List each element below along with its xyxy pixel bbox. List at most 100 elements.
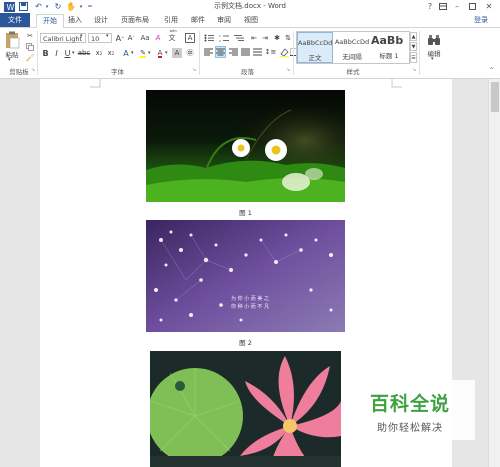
group-divider: [37, 31, 38, 75]
minimize-button[interactable]: –: [450, 0, 464, 12]
tab-insert[interactable]: 插入: [64, 14, 86, 26]
font-size-dropdown-icon[interactable]: ▾: [106, 33, 109, 39]
style-name: 无间隔: [342, 53, 362, 61]
watermark-subtitle: 助你轻松解决: [377, 423, 443, 434]
increase-indent-icon[interactable]: ⇥: [260, 33, 270, 43]
close-button[interactable]: ✕: [481, 0, 497, 12]
watermark: 百科全说 助你轻松解决: [345, 380, 475, 440]
tab-page-layout[interactable]: 页面布局: [118, 14, 152, 26]
distributed-icon[interactable]: [252, 46, 263, 58]
superscript-icon[interactable]: x2: [106, 48, 116, 58]
justify-icon[interactable]: [240, 46, 251, 58]
tab-view[interactable]: 视图: [240, 14, 262, 26]
shrink-font-icon[interactable]: Aˇ: [126, 33, 136, 43]
paragraph-group-label: 段落: [241, 68, 254, 76]
text-effects-icon[interactable]: A: [121, 48, 131, 58]
character-border-icon[interactable]: A: [185, 33, 195, 43]
change-case-icon[interactable]: Aa: [139, 33, 151, 43]
font-color-dropdown-icon[interactable]: ▾: [165, 50, 168, 56]
bullets-icon[interactable]: [203, 33, 215, 43]
grow-font-icon[interactable]: A ^: [115, 33, 125, 43]
paste-icon[interactable]: [3, 31, 21, 49]
underline-icon[interactable]: U: [63, 48, 72, 58]
ribbon-home: 粘贴 ▾ ✂ 🖌 剪贴板 ↘ Calibri Light ▾ 10 ▾ A ^ A…: [0, 28, 500, 79]
styles-scroll-up-icon[interactable]: ▲: [410, 32, 417, 41]
copy-icon[interactable]: [26, 43, 34, 51]
ribbon-display-options-icon[interactable]: [437, 0, 449, 12]
ribbon-tabs: 文件 开始 插入 设计 页面布局 引用 邮件 审阅 视图 登录: [0, 13, 500, 29]
underline-dropdown-icon[interactable]: ▾: [72, 50, 75, 56]
caption-figure-2: 图 2: [239, 339, 252, 347]
tab-mailings[interactable]: 邮件: [187, 14, 209, 26]
highlight-icon[interactable]: ✎: [138, 48, 148, 58]
paragraph-launcher-icon[interactable]: ↘: [286, 67, 290, 73]
style-no-spacing[interactable]: AaBbCcDd 无间隔: [334, 32, 370, 63]
styles-more-icon[interactable]: ☰: [410, 52, 417, 63]
document-area: 图 1 为 你 小 而 美 之 你 种 小 而 不 凡 图 2 百科全说 助你轻…: [0, 79, 500, 467]
editing-dropdown-icon[interactable]: ▾: [431, 56, 434, 62]
image-purple-flowers[interactable]: 为 你 小 而 美 之 你 种 小 而 不 凡: [146, 220, 345, 332]
scrollbar-thumb[interactable]: [491, 82, 499, 112]
paste-dropdown-icon[interactable]: ▾: [8, 57, 11, 63]
binoculars-icon[interactable]: [426, 33, 442, 47]
sort-icon[interactable]: ⇅: [283, 33, 293, 43]
phonetic-guide-icon[interactable]: 文 wén: [166, 28, 178, 43]
style-name: 正文: [308, 54, 322, 62]
numbering-icon[interactable]: 12: [218, 33, 230, 43]
line-spacing-icon[interactable]: ↕≡: [265, 46, 277, 58]
style-heading-1[interactable]: AaBb 标题 1: [371, 32, 407, 63]
watermark-title: 百科全说: [369, 393, 450, 415]
text-effects-dropdown-icon[interactable]: ▾: [131, 50, 134, 56]
subscript-icon[interactable]: x2: [94, 48, 104, 58]
style-normal[interactable]: AaBbCcDd 正文: [297, 32, 333, 63]
styles-scroll-down-icon[interactable]: ▼: [410, 42, 417, 51]
tab-review[interactable]: 审阅: [213, 14, 235, 26]
svg-text:1: 1: [219, 34, 221, 38]
shading-icon[interactable]: [279, 46, 289, 58]
style-preview: AaBbCcDd: [298, 39, 333, 47]
tab-file[interactable]: 文件: [0, 13, 30, 27]
font-color-icon[interactable]: A: [155, 48, 165, 58]
tab-references[interactable]: 引用: [160, 14, 182, 26]
italic-icon[interactable]: I: [52, 48, 61, 58]
help-button[interactable]: ?: [424, 0, 436, 12]
group-divider: [419, 31, 420, 75]
chinese-layout-icon[interactable]: ✱: [272, 33, 282, 43]
caption-figure-1: 图 1: [239, 209, 252, 217]
align-right-icon[interactable]: [228, 46, 239, 58]
margin-mark: [90, 79, 101, 88]
multilevel-list-icon[interactable]: [233, 33, 245, 43]
maximize-button[interactable]: [465, 0, 479, 12]
font-group-label: 字体: [111, 68, 124, 76]
enclose-characters-icon[interactable]: ㊥: [185, 48, 195, 58]
editing-label[interactable]: 编辑: [424, 48, 444, 58]
tab-design[interactable]: 设计: [90, 14, 112, 26]
image-lotus[interactable]: [150, 351, 341, 467]
image2-poem-line-2: 你 种 小 而 不 凡: [231, 303, 269, 310]
tab-home[interactable]: 开始: [36, 14, 64, 29]
cut-icon[interactable]: ✂: [26, 32, 34, 40]
font-launcher-icon[interactable]: ↘: [192, 67, 196, 73]
group-divider: [293, 31, 294, 75]
character-shading-icon[interactable]: A: [172, 48, 182, 58]
collapse-ribbon-icon[interactable]: ^: [489, 67, 494, 74]
styles-launcher-icon[interactable]: ↘: [412, 67, 416, 73]
phonetic-guide-text: wén: [169, 28, 177, 33]
align-left-icon[interactable]: [203, 46, 214, 58]
margin-mark: [391, 79, 402, 88]
highlight-dropdown-icon[interactable]: ▾: [148, 50, 151, 56]
styles-group-label: 样式: [346, 68, 360, 76]
center-align-icon[interactable]: [215, 46, 226, 58]
clipboard-launcher-icon[interactable]: ↘: [31, 67, 35, 73]
decrease-indent-icon[interactable]: ⇤: [249, 33, 259, 43]
paste-label[interactable]: 粘贴: [4, 49, 20, 59]
format-painter-icon[interactable]: 🖌: [26, 54, 35, 62]
font-name-dropdown-icon[interactable]: ▾: [80, 33, 83, 39]
clear-formatting-icon[interactable]: A̸: [153, 33, 163, 43]
image2-poem-line-1: 为 你 小 而 美 之: [231, 295, 269, 302]
vertical-scrollbar[interactable]: [488, 79, 500, 467]
strikethrough-icon[interactable]: abc: [78, 48, 91, 58]
login-link[interactable]: 登录: [466, 14, 496, 26]
bold-icon[interactable]: B: [41, 48, 50, 58]
image-daisies[interactable]: [146, 90, 345, 202]
